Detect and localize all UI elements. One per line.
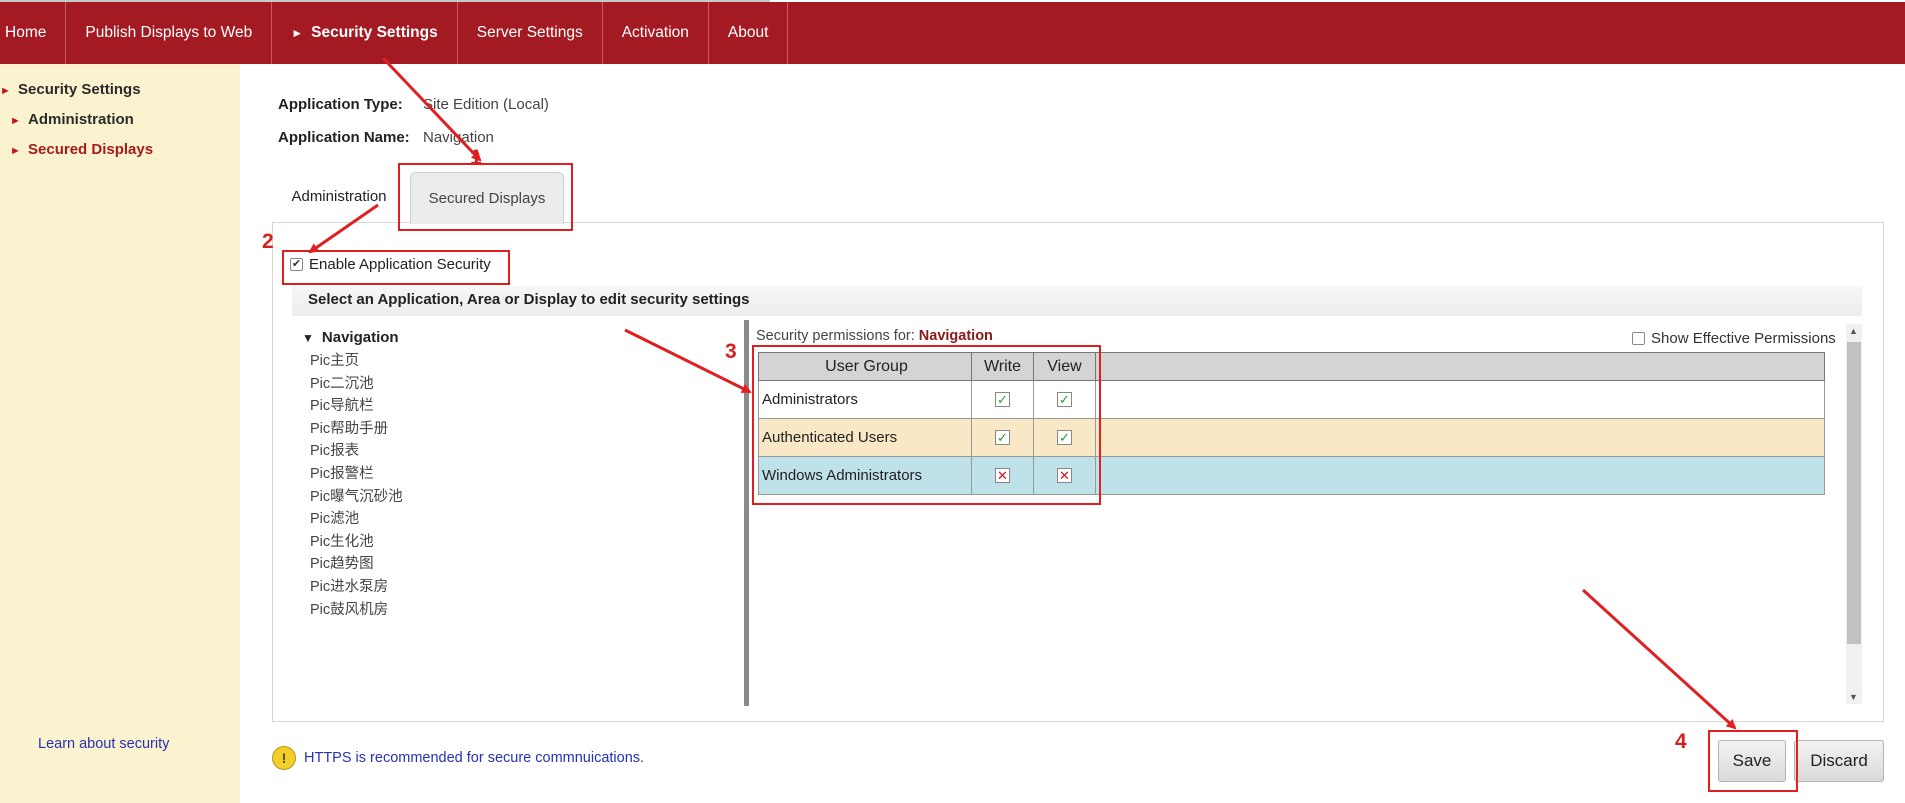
annotation-arrow-2: [308, 203, 379, 254]
annotation-arrows: [308, 56, 1737, 730]
annotation-arrow-3: [624, 328, 752, 394]
annotation-arrow-4: [1581, 588, 1737, 730]
annotation-arrow-1: [381, 56, 482, 162]
